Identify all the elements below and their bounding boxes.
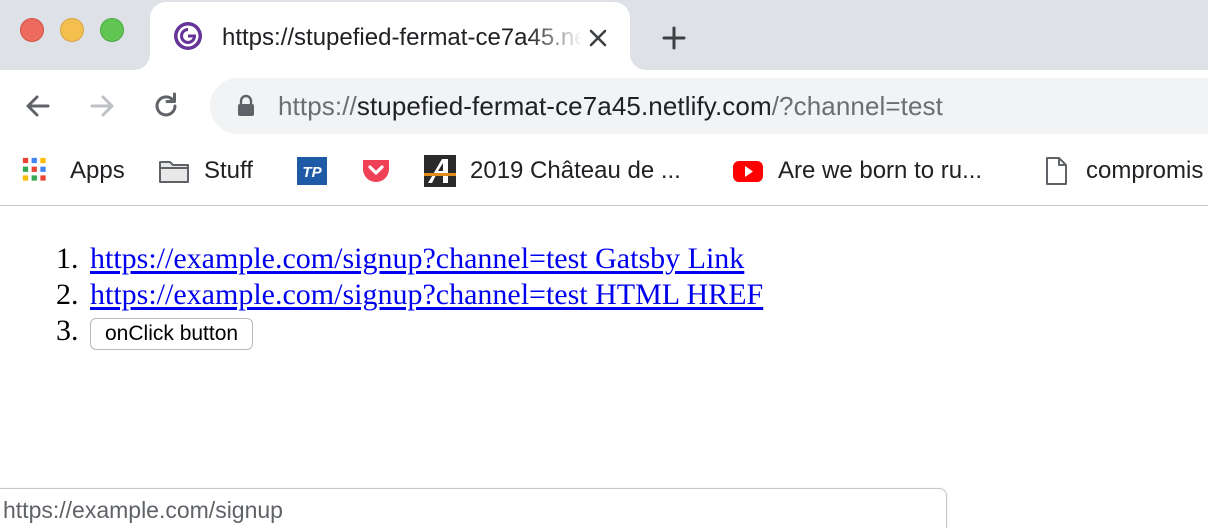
url-host: stupefied-fermat-ce7a45.netlify.com (356, 91, 772, 121)
url-scheme: https:// (278, 91, 357, 121)
list-number: 2. (56, 278, 79, 311)
list-item: 2. https://example.com/signup?channel=te… (56, 277, 763, 313)
window-close-button[interactable] (20, 18, 44, 42)
bookmark-label: compromis (1086, 157, 1204, 184)
bookmark-tp[interactable]: TP (296, 154, 328, 188)
bookmark-pocket[interactable] (360, 154, 392, 188)
list-item: 1. https://example.com/signup?channel=te… (56, 241, 763, 277)
forward-arrow-icon[interactable] (84, 88, 120, 124)
folder-icon (159, 161, 189, 183)
bookmark-label: 2019 Château de ... (470, 157, 681, 184)
url-path-query: /?channel=test (771, 91, 943, 121)
list-item: 3. onClick button (56, 313, 763, 350)
bookmark-label: Stuff (204, 157, 253, 184)
close-icon[interactable] (584, 24, 612, 52)
bookmark-label: Apps (70, 157, 125, 184)
bookmark-chateau[interactable]: 2019 Château de ... (424, 154, 681, 188)
new-tab-plus-icon[interactable] (658, 22, 690, 54)
reload-icon[interactable] (148, 88, 184, 124)
window-minimize-button[interactable] (60, 18, 84, 42)
bookmark-apps[interactable]: Apps (22, 154, 125, 188)
status-url: https://example.com/signup (3, 497, 283, 523)
html-href-link[interactable]: https://example.com/signup?channel=test … (90, 277, 763, 313)
bookmarks-bar: Apps Stuff TP 2019 Château de ... Are we… (0, 142, 1208, 206)
browser-toolbar: https://stupefied-fermat-ce7a45.netlify.… (0, 70, 1208, 142)
window-maximize-button[interactable] (100, 18, 124, 42)
bookmark-folder-stuff[interactable]: Stuff (158, 154, 253, 188)
tab-strip: https://stupefied-fermat-ce7a45.netlify.… (0, 0, 1208, 70)
list-number: 3. (56, 314, 79, 347)
youtube-icon (733, 161, 763, 182)
apps-grid-icon (22, 157, 46, 181)
address-bar[interactable]: https://stupefied-fermat-ce7a45.netlify.… (210, 78, 1208, 134)
url-text[interactable]: https://stupefied-fermat-ce7a45.netlify.… (278, 90, 943, 122)
gatsby-icon (174, 22, 202, 50)
onclick-button[interactable]: onClick button (90, 318, 254, 350)
bookmark-label: Are we born to ru... (778, 157, 983, 184)
lock-icon[interactable] (236, 94, 256, 118)
list-number: 1. (56, 242, 79, 275)
wine-icon (424, 155, 456, 187)
bookmark-compromis[interactable]: compromis (1040, 154, 1203, 188)
tp-icon: TP (297, 157, 327, 185)
browser-tab[interactable]: https://stupefied-fermat-ce7a45.netlify.… (150, 2, 630, 70)
svg-text:TP: TP (302, 164, 322, 181)
pocket-icon (363, 160, 389, 182)
status-bubble: https://example.com/signup (0, 488, 947, 528)
tab-title: https://stupefied-fermat-ce7a45.netlify.… (222, 24, 582, 51)
bookmark-youtube[interactable]: Are we born to ru... (732, 154, 982, 188)
document-icon (1046, 157, 1067, 185)
back-arrow-icon[interactable] (20, 88, 56, 124)
gatsby-link[interactable]: https://example.com/signup?channel=test … (90, 241, 744, 277)
page-content: 1. https://example.com/signup?channel=te… (0, 207, 1208, 528)
link-list: 1. https://example.com/signup?channel=te… (56, 241, 763, 350)
